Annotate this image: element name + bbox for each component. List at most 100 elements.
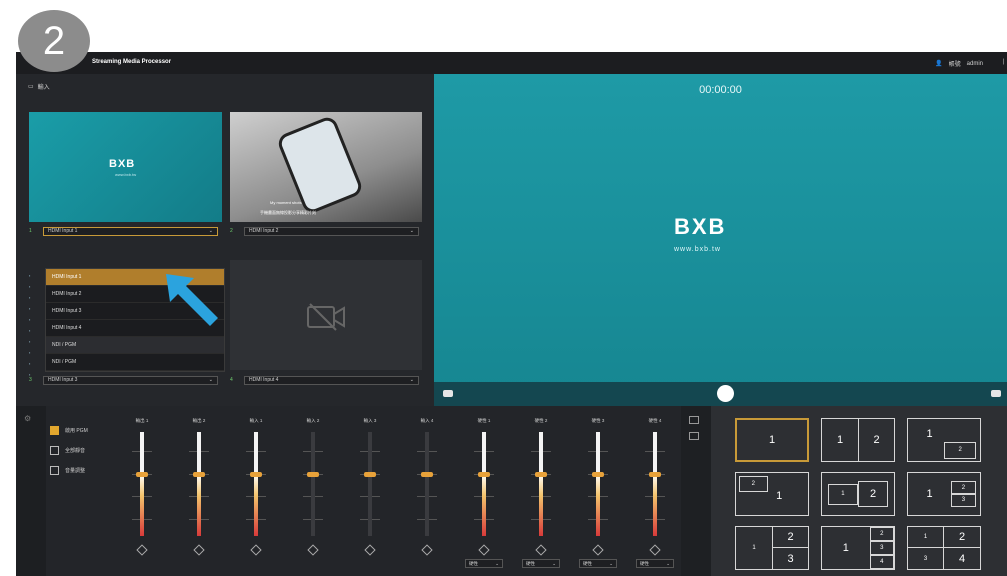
- fader-track[interactable]: [653, 432, 657, 536]
- fader-track[interactable]: [425, 432, 429, 536]
- preview-controls: [434, 382, 1007, 406]
- fader-knob[interactable]: [136, 471, 148, 477]
- titlebar-end: |: [1002, 59, 1004, 65]
- option-mute-all[interactable]: 全部靜音: [50, 440, 88, 460]
- fader-track[interactable]: [254, 432, 258, 536]
- timecode: 00:00:00: [699, 84, 742, 96]
- fader-track[interactable]: [482, 432, 486, 536]
- fader-track[interactable]: [197, 432, 201, 536]
- record-button[interactable]: [717, 385, 734, 402]
- layout-side-by-side[interactable]: 1 2: [821, 472, 895, 516]
- chevron-down-icon: ⌄: [409, 228, 414, 234]
- pan-icon[interactable]: [478, 544, 490, 556]
- user-menu[interactable]: 👤 帳號 admin: [935, 59, 983, 69]
- channel-select[interactable]: 硬性 ⌄: [636, 559, 674, 568]
- fader-knob[interactable]: [307, 471, 319, 477]
- layout-pip-br[interactable]: 1 2: [907, 418, 981, 462]
- fader-knob[interactable]: [535, 471, 547, 477]
- source-panel: ▭ 輸入 BXB www.bxb.tw My moment shots 手機畫面…: [16, 74, 434, 406]
- slot-2-select[interactable]: HDMI Input 2 ⌄: [244, 226, 419, 236]
- dropdown-option[interactable]: NDI / PGM: [46, 337, 224, 354]
- fader-track[interactable]: [311, 432, 315, 536]
- channel-select-value: 硬性: [526, 560, 535, 566]
- pan-icon[interactable]: [136, 544, 148, 556]
- snapshot-icon[interactable]: [991, 390, 1001, 397]
- layout-cell: 2: [944, 442, 977, 459]
- user-icon: 👤: [935, 61, 943, 67]
- fader-knob[interactable]: [421, 471, 433, 477]
- layout-cell: 3: [951, 494, 976, 507]
- channel-select[interactable]: 硬性 ⌄: [465, 559, 503, 568]
- fader-knob[interactable]: [364, 471, 376, 477]
- pan-icon[interactable]: [193, 544, 205, 556]
- fader-knob[interactable]: [250, 471, 262, 477]
- layout-1-2-split[interactable]: 1 2 3: [907, 472, 981, 516]
- fader-channel: 硬性 4 硬性 ⌄: [635, 418, 675, 568]
- slot-4-index: 4: [230, 377, 233, 383]
- checkbox-icon: [50, 445, 59, 455]
- pan-icon[interactable]: [592, 544, 604, 556]
- dropdown-option[interactable]: NDI / PGM: [46, 354, 224, 371]
- fader-knob[interactable]: [478, 471, 490, 477]
- layout-1-plus-3[interactable]: 1 2 3 4: [821, 526, 895, 570]
- channel-select-value: 硬性: [583, 560, 592, 566]
- fader-channel: 輸入 1: [236, 418, 276, 568]
- layout-cell: 1: [908, 527, 944, 548]
- channel-select-value: 硬性: [640, 560, 649, 566]
- channel-select-value: 硬性: [469, 560, 478, 566]
- screen-icon[interactable]: [689, 432, 699, 440]
- fader-knob[interactable]: [592, 471, 604, 477]
- layout-1-plus-2[interactable]: 1 2 3: [735, 526, 809, 570]
- fader-knob[interactable]: [649, 471, 661, 477]
- layout-pip-tl[interactable]: 2 1: [735, 472, 809, 516]
- gear-icon[interactable]: ⚙: [24, 414, 31, 423]
- slot-4-select[interactable]: HDMI Input 4 ⌄: [244, 375, 419, 385]
- dropdown-side-indicators: ▪ ▪ ▪ ▪ ▪ ▪ ▪ ▪ ▪ ▪: [29, 273, 31, 377]
- slot-1-select[interactable]: HDMI Input 1 ⌄: [43, 226, 218, 236]
- layout-cell: 2: [858, 481, 889, 507]
- fader-track[interactable]: [368, 432, 372, 536]
- source-thumb-4[interactable]: [230, 260, 422, 370]
- option-volume[interactable]: 音量調整: [50, 460, 88, 480]
- pan-icon[interactable]: [535, 544, 547, 556]
- phone-image: [279, 118, 361, 212]
- fader-headroom: [197, 432, 201, 474]
- channel-label: 硬性 2: [534, 418, 548, 423]
- layout-quad[interactable]: 1 2 3 4: [907, 526, 981, 570]
- channel-select[interactable]: 硬性 ⌄: [522, 559, 560, 568]
- titlebar: Streaming Media Processor 👤 帳號 admin |: [16, 52, 1007, 74]
- slot-3-select[interactable]: HDMI Input 3 ⌄: [43, 375, 218, 385]
- thumb1-logo: BXB: [109, 158, 136, 170]
- option-label: 啟用 PGM: [65, 427, 88, 434]
- app-window: Streaming Media Processor 👤 帳號 admin | ▭…: [16, 52, 1007, 576]
- fader-track[interactable]: [140, 432, 144, 536]
- fader-track[interactable]: [539, 432, 543, 536]
- chevron-down-icon: ⌄: [409, 377, 414, 383]
- pan-icon[interactable]: [307, 544, 319, 556]
- channel-label: 輸入 4: [420, 418, 434, 423]
- layout-single[interactable]: 1: [735, 418, 809, 462]
- option-pgm[interactable]: 啟用 PGM: [50, 420, 88, 440]
- source-thumb-2[interactable]: My moment shots 手機畫面無線投影分享精彩片刻: [230, 112, 422, 222]
- source-thumb-1[interactable]: BXB www.bxb.tw: [29, 112, 222, 222]
- layout-cell: 1: [768, 434, 776, 446]
- screen-icon[interactable]: [443, 390, 453, 397]
- slot-1-value: HDMI Input 1: [48, 228, 78, 234]
- layout-cell: 2: [858, 419, 894, 461]
- fader-track[interactable]: [596, 432, 600, 536]
- chevron-down-icon: ⌄: [208, 377, 213, 383]
- slot-4-row: 4 HDMI Input 4 ⌄: [230, 374, 419, 386]
- channel-select[interactable]: 硬性 ⌄: [579, 559, 617, 568]
- pan-icon[interactable]: [421, 544, 433, 556]
- pan-icon[interactable]: [649, 544, 661, 556]
- pan-icon[interactable]: [250, 544, 262, 556]
- layout-icon[interactable]: [689, 416, 699, 424]
- layout-cell: 2: [869, 527, 894, 542]
- fader-channel: 輸入 2: [293, 418, 333, 568]
- pan-icon[interactable]: [364, 544, 376, 556]
- layout-split-2[interactable]: 1 2: [821, 418, 895, 462]
- slot-2-index: 2: [230, 228, 233, 234]
- slot-1-index: 1: [29, 228, 32, 234]
- fader-knob[interactable]: [193, 471, 205, 477]
- preview-logo: BXB: [674, 214, 727, 239]
